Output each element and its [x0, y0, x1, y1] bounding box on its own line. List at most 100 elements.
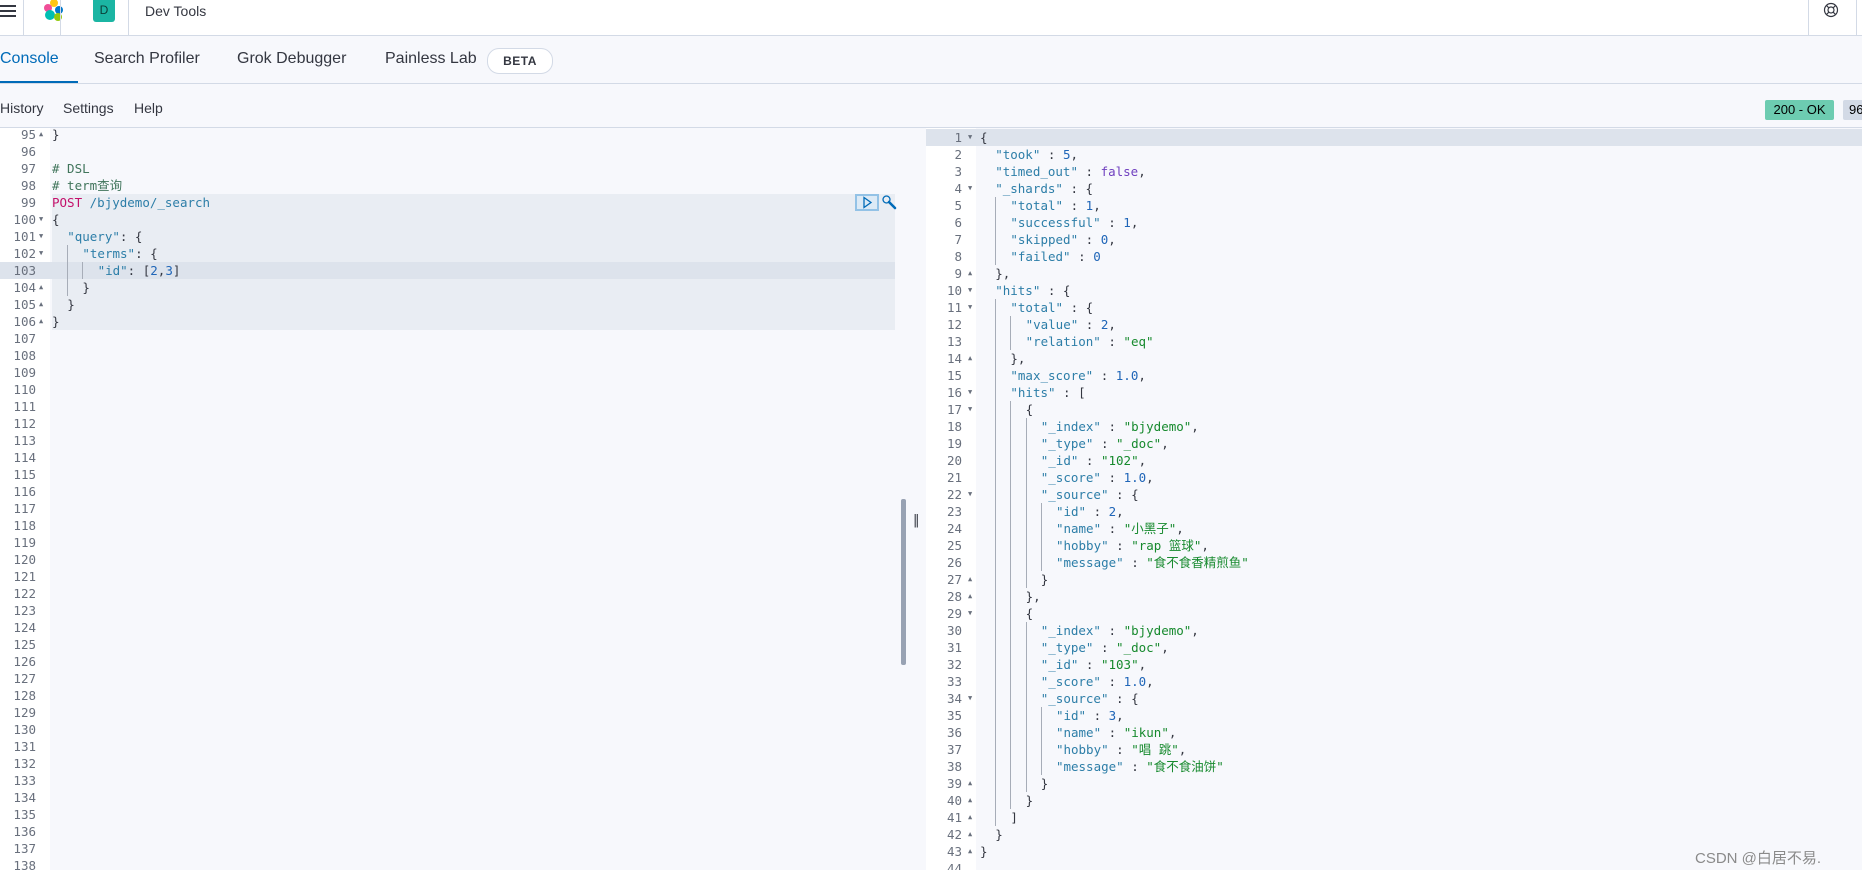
tab-grok-debugger[interactable]: Grok Debugger	[237, 36, 346, 83]
fold-open-icon[interactable]: ▼	[968, 282, 972, 299]
fold-close-icon[interactable]: ▲	[39, 279, 43, 296]
elastic-logo-icon[interactable]	[42, 0, 66, 22]
code-text: "name" : "ikun",	[980, 724, 1176, 741]
indent-guide	[995, 724, 1010, 741]
indent-guide	[52, 245, 67, 262]
fold-open-icon[interactable]: ▼	[39, 228, 43, 245]
code-line: 124	[0, 619, 900, 636]
fold-close-icon[interactable]: ▲	[39, 128, 43, 143]
indent-guide	[1025, 571, 1041, 588]
line-number: 16	[946, 385, 962, 400]
indent-guide	[980, 469, 995, 486]
indent-guide	[1010, 758, 1025, 775]
indent-guide	[995, 248, 1010, 265]
indent-guide	[1010, 656, 1025, 673]
indent-guide	[980, 639, 995, 656]
fold-close-icon[interactable]: ▲	[968, 350, 972, 367]
line-number: 129	[13, 705, 36, 720]
indent-guide	[1040, 554, 1056, 571]
indent-guide	[980, 265, 995, 282]
tab-console[interactable]: Console	[0, 36, 78, 83]
fold-open-icon[interactable]: ▼	[968, 690, 972, 707]
code-token: },	[1025, 589, 1041, 604]
code-line: 20 "_id" : "102",	[926, 452, 1862, 469]
fold-close-icon[interactable]: ▲	[39, 296, 43, 313]
indent-guide	[995, 605, 1010, 622]
indent-guide	[1040, 707, 1056, 724]
indent-guide	[1025, 503, 1041, 520]
fold-open-icon[interactable]: ▼	[968, 299, 972, 316]
indent-guide	[980, 673, 995, 690]
response-editor[interactable]: 1 ▼ {2 "took" : 5, 3 "timed_out" : false, 4 ▼ "_…	[926, 128, 1862, 870]
indent-guide	[67, 279, 82, 296]
space-avatar[interactable]: D	[93, 0, 115, 22]
request-editor-scrollbar[interactable]	[901, 499, 906, 665]
wrench-icon[interactable]	[881, 194, 897, 211]
tab-search-profiler[interactable]: Search Profiler	[94, 36, 200, 83]
indent-guide	[980, 792, 995, 809]
help-icon[interactable]	[1823, 2, 1839, 18]
indent-guide	[980, 435, 995, 452]
fold-close-icon[interactable]: ▲	[968, 775, 972, 792]
fold-open-icon[interactable]: ▼	[968, 180, 972, 197]
indent-guide	[1025, 775, 1041, 792]
code-token: :	[1086, 504, 1102, 519]
help-link[interactable]: Help	[134, 100, 163, 116]
line-number: 17	[946, 402, 962, 417]
line-number: 11	[946, 300, 962, 315]
code-text: "relation" : "eq"	[980, 333, 1154, 350]
indent-guide	[1010, 333, 1025, 350]
fold-close-icon[interactable]: ▲	[968, 826, 972, 843]
tab-painless-lab[interactable]: Painless Lab	[385, 36, 477, 83]
menu-icon[interactable]	[0, 3, 16, 19]
fold-open-icon[interactable]: ▼	[968, 486, 972, 503]
fold-close-icon[interactable]: ▲	[968, 265, 972, 282]
line-number: 112	[13, 416, 36, 431]
fold-close-icon[interactable]: ▲	[968, 571, 972, 588]
code-line: 33 "_score" : 1.0,	[926, 673, 1862, 690]
line-number: 102	[13, 246, 36, 261]
fold-open-icon[interactable]: ▼	[39, 245, 43, 262]
fold-close-icon[interactable]: ▲	[968, 809, 972, 826]
settings-link[interactable]: Settings	[63, 100, 114, 116]
fold-open-icon[interactable]: ▼	[968, 605, 972, 622]
fold-open-icon[interactable]: ▼	[39, 211, 43, 228]
code-token: :	[1093, 640, 1109, 655]
json-number: 3	[165, 263, 173, 278]
line-number: 35	[946, 708, 962, 723]
line-number: 32	[946, 657, 962, 672]
code-token: {	[1025, 606, 1034, 621]
json-key: "failed"	[1010, 249, 1071, 264]
indent-guide	[1025, 486, 1041, 503]
code-text: "_shards" : {	[980, 180, 1093, 197]
line-number: 19	[946, 436, 962, 451]
code-line: 110	[0, 381, 900, 398]
fold-open-icon[interactable]: ▼	[968, 401, 972, 418]
indent-guide	[1010, 622, 1025, 639]
code-line: 109	[0, 364, 900, 381]
indent-guide	[995, 656, 1010, 673]
fold-open-icon[interactable]: ▼	[968, 384, 972, 401]
code-text: "message" : "食不食香精煎鱼"	[980, 554, 1249, 571]
fold-open-icon[interactable]: ▼	[968, 129, 972, 146]
code-line: 41 ▲]	[926, 809, 1862, 826]
code-text: "_index" : "bjydemo",	[980, 622, 1199, 639]
json-number: 1.0	[1115, 368, 1139, 383]
panel-resize-handle[interactable]: ‖	[913, 513, 921, 529]
code-line: 121	[0, 568, 900, 585]
fold-close-icon[interactable]: ▲	[968, 792, 972, 809]
request-editor[interactable]: 95 ▲} 96 97 # DSL 98 # term查询 99 POST /bjydemo/_…	[0, 128, 900, 870]
json-string: "103"	[1100, 657, 1139, 672]
fold-close-icon[interactable]: ▲	[968, 843, 972, 860]
history-link[interactable]: History	[0, 100, 44, 116]
fold-close-icon[interactable]: ▲	[39, 313, 43, 330]
json-key: "message"	[1055, 555, 1124, 570]
code-text: }	[980, 826, 1003, 843]
indent-guide	[1025, 452, 1041, 469]
indent-guide	[52, 262, 67, 279]
send-request-button[interactable]	[855, 194, 879, 211]
fold-close-icon[interactable]: ▲	[968, 588, 972, 605]
